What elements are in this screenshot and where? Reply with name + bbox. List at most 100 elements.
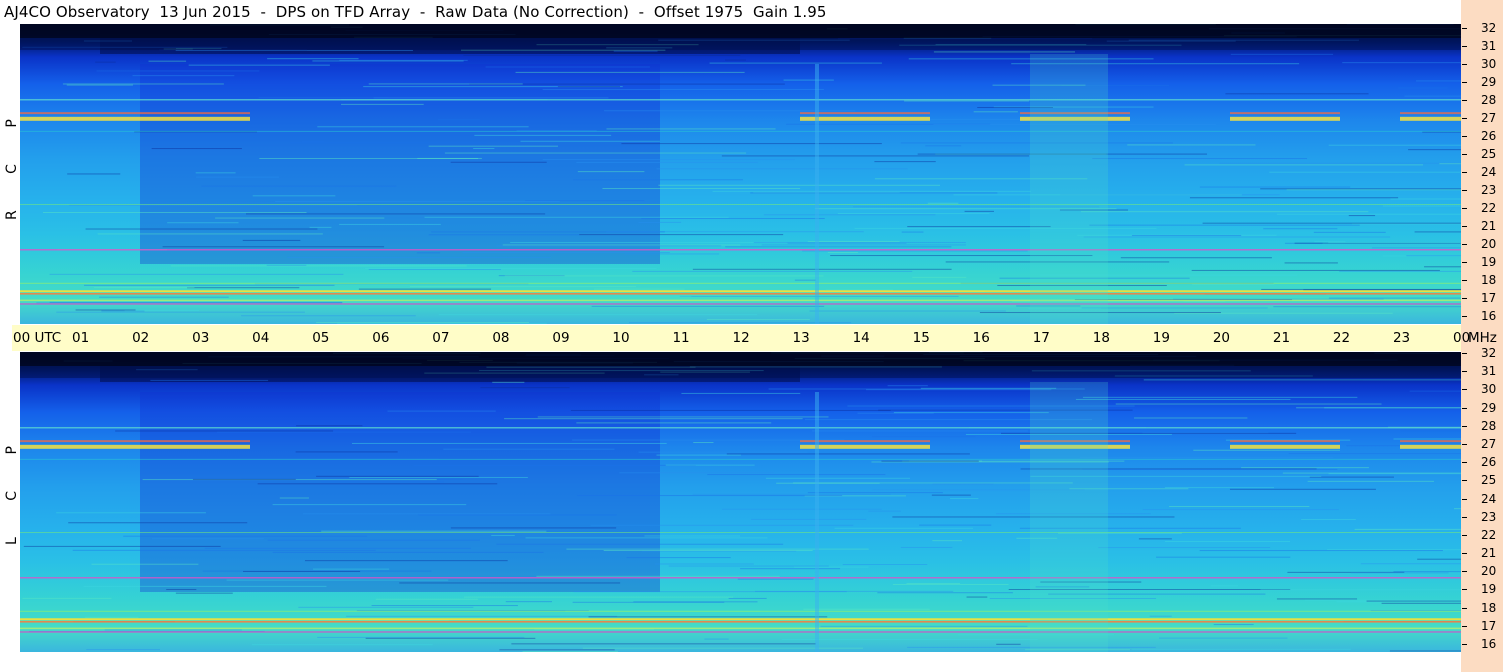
time-label: 21 — [1272, 330, 1291, 346]
cb-band — [1400, 116, 1461, 121]
freq-tick-label: 20 — [1481, 237, 1497, 251]
noise-streak — [151, 538, 264, 540]
noise-streak — [123, 535, 368, 537]
noise-streak — [566, 548, 869, 550]
noise-streak — [97, 233, 323, 235]
noise-streak — [763, 214, 936, 216]
noise-streak — [522, 651, 618, 652]
freq-tick — [1462, 389, 1467, 391]
noise-streak — [413, 464, 696, 466]
noise-streak — [387, 410, 496, 412]
noise-streak — [252, 195, 336, 197]
noise-streak — [842, 563, 928, 565]
noise-streak — [761, 244, 966, 246]
noise-streak — [192, 478, 296, 480]
noise-streak — [740, 568, 841, 570]
noise-streak — [431, 231, 665, 233]
freq-tick-label: 18 — [1481, 273, 1497, 287]
noise-streak — [1415, 80, 1461, 82]
cb-band — [800, 112, 930, 115]
noise-streak — [373, 97, 609, 99]
noise-streak — [1328, 144, 1461, 146]
noise-streak — [296, 425, 363, 427]
noise-streak — [132, 75, 235, 77]
noise-streak — [257, 483, 498, 485]
noise-streak — [371, 605, 518, 607]
noise-streak — [709, 62, 882, 64]
noise-streak — [619, 472, 774, 474]
noise-streak — [520, 140, 660, 142]
noise-streak — [807, 492, 943, 494]
noise-streak — [67, 173, 121, 175]
noise-streak — [1328, 473, 1461, 475]
freq-tick-label: 21 — [1481, 219, 1497, 233]
freq-tick — [1462, 136, 1467, 137]
freq-tick — [1462, 534, 1467, 536]
dark-top — [20, 352, 1461, 366]
noise-streak — [1400, 430, 1461, 432]
noise-streak — [1138, 538, 1172, 540]
noise-streak — [593, 288, 685, 290]
noise-streak — [124, 310, 199, 312]
noise-streak — [502, 244, 741, 246]
rcp-spectrogram — [20, 24, 1461, 324]
noise-streak — [753, 242, 966, 244]
noise-streak — [728, 597, 767, 599]
chart-title: AJ4CO Observatory 13 Jun 2015 - DPS on T… — [4, 3, 827, 21]
noise-streak — [573, 179, 743, 181]
noise-streak — [85, 228, 318, 230]
noise-streak — [872, 436, 976, 438]
time-label: 03 — [192, 330, 210, 346]
noise-streak — [349, 477, 528, 479]
noise-streak — [668, 565, 829, 567]
vertical-feature — [815, 64, 819, 324]
noise-streak — [68, 522, 248, 524]
noise-streak — [1307, 480, 1434, 482]
noise-streak — [480, 387, 570, 389]
noise-streak — [1350, 572, 1449, 574]
noise-streak — [1284, 262, 1338, 264]
noise-streak — [1273, 306, 1461, 308]
noise-streak — [201, 185, 397, 187]
noise-streak — [1092, 158, 1308, 160]
noise-streak — [931, 494, 971, 496]
freq-tick-label: 26 — [1481, 455, 1497, 470]
noise-streak — [638, 451, 808, 453]
time-label: 02 — [132, 330, 150, 346]
noise-streak — [49, 273, 344, 275]
noise-streak — [86, 649, 160, 651]
time-label: 12 — [732, 330, 750, 346]
noise-streak — [96, 70, 260, 72]
time-label: 01 — [72, 330, 90, 346]
noise-streak — [84, 284, 335, 286]
rcp-label: R C P — [4, 103, 20, 220]
noise-streak — [1439, 163, 1461, 165]
lcp-overlay — [20, 352, 1461, 652]
noise-streak — [1260, 589, 1461, 591]
noise-streak — [1213, 624, 1254, 626]
freq-tick — [1462, 571, 1467, 573]
time-label: 08 — [492, 330, 510, 346]
noise-streak — [56, 512, 206, 514]
freq-tick — [1462, 644, 1467, 645]
time-label: 05 — [312, 330, 330, 346]
noise-streak — [837, 213, 990, 215]
noise-streak — [1414, 231, 1461, 233]
noise-streak — [750, 192, 998, 194]
noise-streak — [187, 287, 300, 289]
noise-streak — [794, 566, 869, 568]
cb-band — [1400, 444, 1461, 449]
noise-streak — [1263, 228, 1338, 230]
noise-streak — [339, 223, 441, 225]
noise-streak — [1424, 266, 1461, 268]
noise-streak — [316, 475, 479, 477]
noise-streak — [1202, 222, 1461, 224]
noise-streak — [1372, 247, 1461, 249]
noise-streak — [754, 590, 954, 592]
noise-streak — [93, 287, 195, 289]
freq-tick-label: 29 — [1481, 75, 1497, 89]
noise-streak — [901, 231, 924, 233]
freq-tick-label: 17 — [1481, 291, 1497, 305]
noise-streak — [1169, 506, 1310, 508]
noise-streak — [542, 159, 795, 161]
